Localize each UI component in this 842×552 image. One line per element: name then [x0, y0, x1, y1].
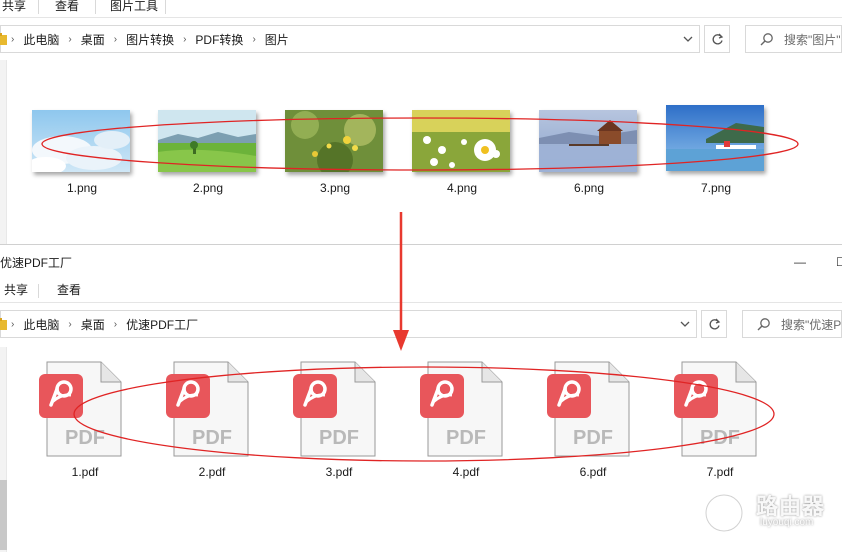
file-name: 3.pdf	[325, 465, 353, 479]
pdf-file-icon[interactable]: PDF	[289, 358, 379, 458]
refresh-button[interactable]	[704, 25, 730, 53]
pdf-badge-text: PDF	[446, 427, 486, 449]
refresh-icon	[709, 318, 720, 329]
address-bar[interactable]: › 此电脑 › 桌面 › 优速PDF工厂	[0, 310, 697, 338]
breadcrumb-this-pc[interactable]: 此电脑	[23, 31, 59, 48]
pdf-badge-text: PDF	[319, 427, 359, 449]
navigation-pane-edge	[0, 60, 7, 245]
file-name: 7.png	[700, 181, 732, 195]
folder-icon	[0, 318, 7, 330]
file-name: 1.pdf	[71, 465, 99, 479]
ribbon-tab-picture-tools[interactable]: 图片工具	[110, 0, 158, 14]
chevron-right-icon: ›	[11, 318, 15, 330]
ribbon-separator	[38, 0, 39, 14]
chevron-down-icon[interactable]	[683, 34, 693, 44]
search-input[interactable]: 搜索"优速PDF工厂"	[742, 310, 842, 338]
pdf-file-icon[interactable]: PDF	[35, 358, 125, 458]
ribbon-separator	[95, 0, 96, 14]
file-name: 7.pdf	[706, 465, 734, 479]
chevron-right-icon: ›	[68, 33, 72, 45]
refresh-button[interactable]	[701, 310, 727, 338]
file-name: 3.png	[319, 181, 351, 195]
chevron-right-icon: ›	[113, 318, 118, 330]
breadcrumb-this-pc[interactable]: 此电脑	[23, 316, 59, 333]
file-name: 2.pdf	[198, 465, 226, 479]
chevron-right-icon: ›	[113, 33, 118, 45]
pdf-file-icon[interactable]: PDF	[670, 358, 760, 458]
breadcrumb-output-folder[interactable]: 优速PDF工厂	[126, 316, 198, 333]
scrollbar-thumb[interactable]	[0, 480, 7, 550]
pdf-file-icon[interactable]: PDF	[543, 358, 633, 458]
image-thumbnail-flowers-bokeh[interactable]	[285, 110, 383, 172]
image-thumbnail-meadow[interactable]	[158, 110, 256, 172]
pdf-badge-text: PDF	[192, 427, 232, 449]
ribbon-divider	[0, 302, 842, 303]
chevron-right-icon: ›	[68, 318, 72, 330]
refresh-icon	[712, 33, 723, 44]
file-name: 1.png	[66, 181, 98, 195]
chevron-right-icon: ›	[183, 33, 187, 45]
chevron-right-icon: ›	[11, 33, 15, 45]
chevron-right-icon: ›	[252, 33, 256, 45]
breadcrumb-pdf-convert[interactable]: PDF转换	[195, 31, 243, 48]
breadcrumb-desktop[interactable]: 桌面	[81, 31, 105, 48]
chevron-down-icon[interactable]	[680, 319, 690, 329]
minimize-button[interactable]: —	[794, 255, 806, 269]
pdf-badge-text: PDF	[573, 427, 613, 449]
file-name: 6.pdf	[579, 465, 607, 479]
window-title: 优速PDF工厂	[0, 256, 73, 270]
search-input[interactable]: 搜索"图片"	[745, 25, 842, 53]
search-icon	[757, 318, 770, 331]
ribbon-tab-view[interactable]: 查看	[55, 0, 79, 14]
file-name: 6.png	[573, 181, 605, 195]
ribbon-separator	[38, 284, 39, 298]
file-name: 4.pdf	[452, 465, 480, 479]
search-icon	[760, 33, 773, 46]
file-name: 4.png	[446, 181, 478, 195]
image-thumbnail-sky[interactable]	[32, 110, 130, 172]
search-placeholder: 搜索"优速PDF工厂"	[781, 317, 842, 332]
breadcrumb-desktop[interactable]: 桌面	[81, 316, 105, 333]
ribbon-tab-view[interactable]: 查看	[57, 281, 81, 298]
breadcrumb-image-convert[interactable]: 图片转换	[126, 31, 174, 48]
watermark-url: luyouqi.com	[760, 517, 814, 528]
ribbon-tabs: 共享 查看 图片工具	[0, 0, 842, 18]
search-placeholder: 搜索"图片"	[784, 32, 841, 47]
folder-icon	[0, 33, 7, 45]
pdf-badge-text: PDF	[65, 427, 105, 449]
source-explorer-window: 共享 查看 图片工具 › 此电脑 › 桌面 › 图片转换 › PDF转换 › 图…	[0, 0, 842, 245]
image-thumbnail-lake-house[interactable]	[539, 110, 637, 172]
maximize-button[interactable]: ☐	[836, 255, 842, 269]
file-name: 2.png	[192, 181, 224, 195]
image-thumbnail-harbor[interactable]	[666, 105, 764, 171]
address-bar[interactable]: › 此电脑 › 桌面 › 图片转换 › PDF转换 › 图片	[0, 25, 700, 53]
ribbon-separator	[165, 0, 166, 14]
pdf-file-icon[interactable]: PDF	[416, 358, 506, 458]
ribbon-tab-share[interactable]: 共享	[2, 0, 26, 14]
pdf-file-icon[interactable]: PDF	[162, 358, 252, 458]
image-thumbnail-daisies[interactable]	[412, 110, 510, 172]
breadcrumb-pictures[interactable]: 图片	[265, 31, 289, 48]
pdf-badge-text: PDF	[700, 427, 740, 449]
ribbon-tab-share[interactable]: 共享	[4, 281, 28, 298]
